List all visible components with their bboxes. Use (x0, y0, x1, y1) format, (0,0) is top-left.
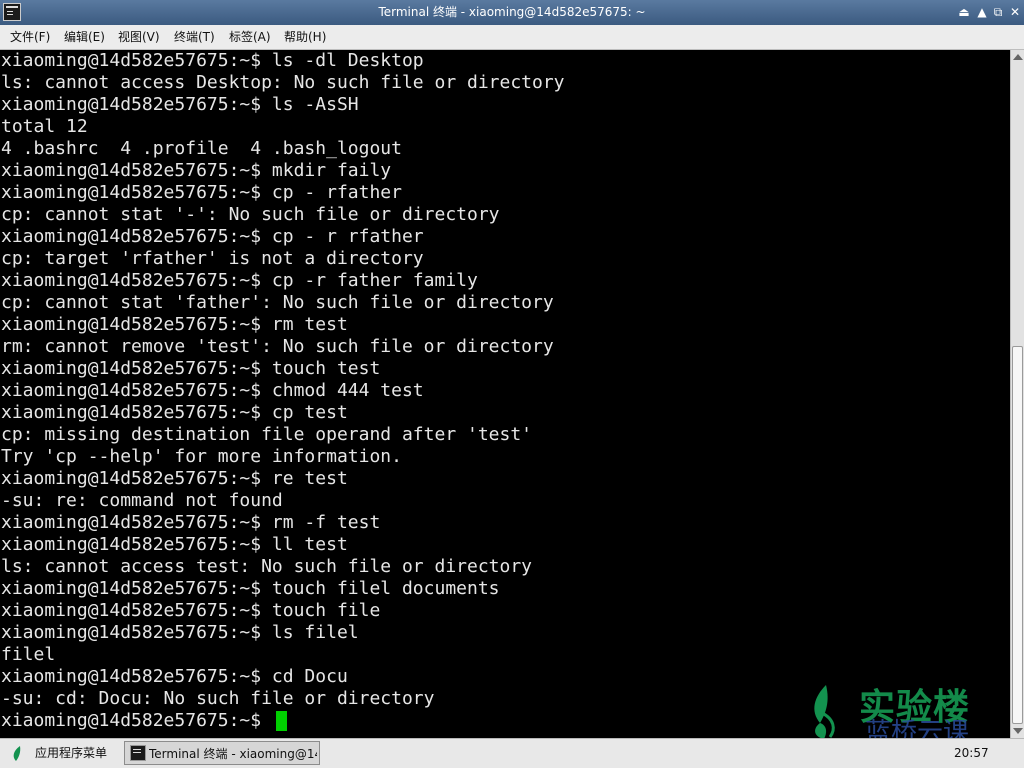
maximize-window-icon[interactable]: ⧉ (991, 5, 1005, 19)
terminal-line: xiaoming@14d582e57675:~$ mkdir faily (1, 160, 392, 181)
terminal-line: xiaoming@14d582e57675:~$ cp - rfather (1, 182, 402, 203)
menu-bar: 文件(F) 编辑(E) 视图(V) 终端(T) 标签(A) 帮助(H) (0, 25, 1024, 50)
clock: 20:57 (954, 746, 989, 760)
menu-view[interactable]: 视图(V) (118, 29, 160, 45)
scrollbar-thumb[interactable] (1012, 346, 1023, 724)
terminal-line: cp: cannot stat '-': No such file or dir… (1, 204, 500, 225)
terminal-line: xiaoming@14d582e57675:~$ rm -f test (1, 512, 381, 533)
terminal-line: xiaoming@14d582e57675:~$ chmod 444 test (1, 380, 424, 401)
shade-window-icon[interactable]: ⏏ (957, 5, 971, 19)
terminal-line: ls: cannot access test: No such file or … (1, 556, 533, 577)
taskbar: 应用程序菜单 Terminal 终端 - xiaoming@14d582e576… (0, 738, 1024, 768)
terminal-line: rm: cannot remove 'test': No such file o… (1, 336, 554, 357)
menu-terminal[interactable]: 终端(T) (174, 29, 215, 45)
terminal-line: ls: cannot access Desktop: No such file … (1, 72, 565, 93)
terminal-line: cp: missing destination file operand aft… (1, 424, 533, 445)
close-window-icon[interactable]: ✕ (1008, 5, 1022, 19)
scroll-down-arrow-icon[interactable] (1013, 728, 1023, 734)
terminal-cursor (276, 711, 287, 731)
terminal-line: xiaoming@14d582e57675:~$ touch filel doc… (1, 578, 500, 599)
terminal-line: filel (1, 644, 56, 665)
menu-tabs[interactable]: 标签(A) (229, 29, 271, 45)
terminal-line: Try 'cp --help' for more information. (1, 446, 402, 467)
terminal-line: xiaoming@14d582e57675:~$ cp -r father fa… (1, 270, 478, 291)
terminal-line: xiaoming@14d582e57675:~$ touch file (1, 600, 381, 621)
terminal-line: cp: cannot stat 'father': No such file o… (1, 292, 554, 313)
taskbar-task-label: Terminal 终端 - xiaoming@14d582e57675: ~ (149, 747, 317, 761)
terminal-line: cp: target 'rfather' is not a directory (1, 248, 424, 269)
terminal-scrollbar[interactable] (1010, 50, 1024, 738)
terminal-line: xiaoming@14d582e57675:~$ cp - r rfather (1, 226, 424, 247)
menu-edit[interactable]: 编辑(E) (64, 29, 105, 45)
menu-help[interactable]: 帮助(H) (284, 29, 326, 45)
terminal-line: xiaoming@14d582e57675:~$ touch test (1, 358, 381, 379)
minimize-window-icon[interactable]: ▲ (975, 5, 989, 19)
window-title: Terminal 终端 - xiaoming@14d582e57675: ~ (378, 5, 646, 19)
terminal-task-icon (130, 745, 146, 761)
terminal-line: -su: cd: Docu: No such file or directory (1, 688, 435, 709)
terminal-line: xiaoming@14d582e57675:~$ re test (1, 468, 348, 489)
app-menu-icon[interactable] (10, 745, 26, 763)
terminal-line: xiaoming@14d582e57675:~$ cd Docu (1, 666, 348, 687)
terminal-line: xiaoming@14d582e57675:~$ ls filel (1, 622, 359, 643)
terminal-line: xiaoming@14d582e57675:~$ ll test (1, 534, 348, 555)
terminal-lines: xiaoming@14d582e57675:~$ ls -dl Desktop l… (1, 50, 565, 732)
terminal-line: 4 .bashrc 4 .profile 4 .bash_logout (1, 138, 402, 159)
window-titlebar[interactable]: Terminal 终端 - xiaoming@14d582e57675: ~ ⏏… (0, 0, 1024, 25)
app-menu-button[interactable]: 应用程序菜单 (35, 745, 107, 761)
menu-file[interactable]: 文件(F) (10, 29, 50, 45)
terminal-line: xiaoming@14d582e57675:~$ ls -AsSH (1, 94, 359, 115)
taskbar-terminal-task[interactable]: Terminal 终端 - xiaoming@14d582e57675: ~ (124, 741, 320, 765)
terminal-line: xiaoming@14d582e57675:~$ ls -dl Desktop (1, 50, 424, 71)
terminal-line: -su: re: command not found (1, 490, 283, 511)
terminal-line: xiaoming@14d582e57675:~$ rm test (1, 314, 348, 335)
scroll-up-arrow-icon[interactable] (1013, 54, 1023, 60)
terminal-line: xiaoming@14d582e57675:~$ cp test (1, 402, 348, 423)
terminal-line: total 12 (1, 116, 88, 137)
terminal-output-area[interactable]: xiaoming@14d582e57675:~$ ls -dl Desktop l… (0, 50, 1010, 738)
